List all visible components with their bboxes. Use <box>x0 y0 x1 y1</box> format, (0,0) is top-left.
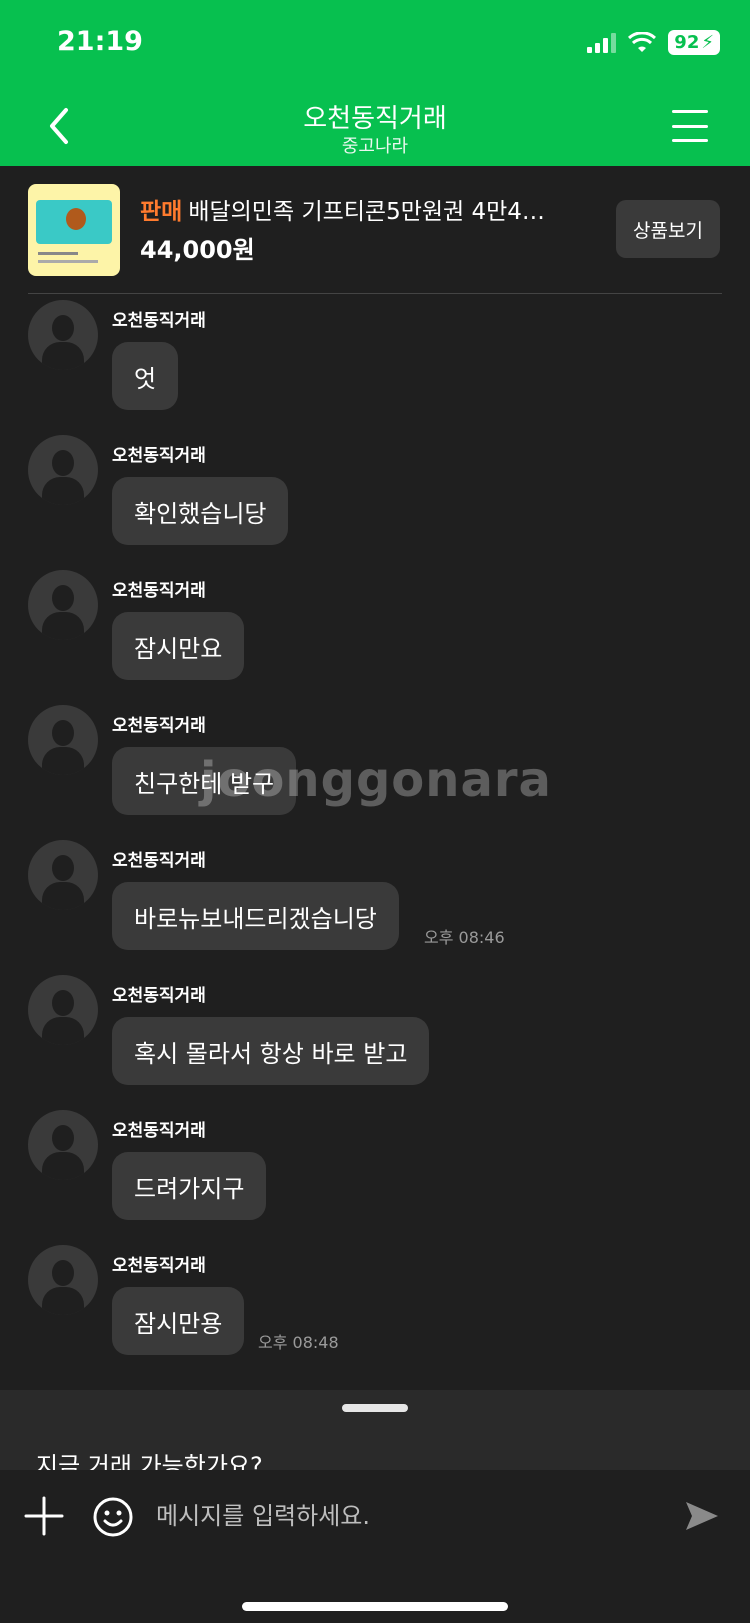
view-product-button[interactable]: 상품보기 <box>616 200 720 258</box>
product-title: 판매 배달의민족 기프티콘5만원권 4만4… <box>140 192 545 226</box>
avatar[interactable] <box>28 570 98 640</box>
chat-messages[interactable]: 오천동직거래 엇 오천동직거래 확인했습니당 오천동직거래 잠시만요 오천동직거… <box>0 300 750 1390</box>
message-bubble[interactable]: 드려가지구 <box>112 1152 267 1220</box>
status-indicators: 92 ⚡ <box>587 30 720 55</box>
menu-icon[interactable] <box>672 110 708 142</box>
message-input[interactable] <box>156 1488 656 1544</box>
sender-name: 오천동직거래 <box>112 1256 206 1276</box>
message-bubble[interactable]: 혹시 몰라서 항상 바로 받고 <box>112 1017 430 1085</box>
message-timestamp: 오후 08:46 <box>424 928 505 947</box>
status-bar: 21:19 92 ⚡ <box>0 0 750 88</box>
message-input-bar <box>0 1470 750 1623</box>
battery-icon: 92 ⚡ <box>668 30 720 55</box>
message-bubble[interactable]: 잠시만요 <box>112 612 245 680</box>
message-bubble[interactable]: 잠시만용 <box>112 1287 245 1355</box>
avatar[interactable] <box>28 1245 98 1315</box>
sender-name: 오천동직거래 <box>112 311 206 331</box>
avatar[interactable] <box>28 435 98 505</box>
battery-level: 92 <box>674 32 700 53</box>
quick-reply-panel: 지금 거래 가능한가요? <box>0 1390 750 1470</box>
avatar[interactable] <box>28 840 98 910</box>
message-bubble[interactable]: 엇 <box>112 342 179 410</box>
home-indicator <box>242 1602 508 1611</box>
sale-tag: 판매 <box>140 199 183 225</box>
message-bubble[interactable]: 친구한테 받구 <box>112 747 297 815</box>
product-thumbnail <box>28 184 120 276</box>
sender-name: 오천동직거래 <box>112 1121 206 1141</box>
chat-title: 오천동직거래 <box>303 104 447 134</box>
chat-subtitle: 중고나라 <box>341 136 409 157</box>
message-bubble[interactable]: 확인했습니당 <box>112 477 289 545</box>
drag-handle[interactable] <box>342 1404 408 1412</box>
cellular-signal-icon <box>587 32 617 53</box>
send-icon[interactable] <box>682 1496 722 1536</box>
product-price: 44,000원 <box>140 236 255 264</box>
sender-name: 오천동직거래 <box>112 446 206 466</box>
divider <box>28 293 722 294</box>
sender-name: 오천동직거래 <box>112 716 206 736</box>
quick-reply-item[interactable]: 지금 거래 가능한가요? <box>36 1446 263 1470</box>
message-timestamp: 오후 08:48 <box>258 1333 339 1352</box>
plus-icon[interactable] <box>24 1496 64 1536</box>
avatar[interactable] <box>28 975 98 1045</box>
sender-name: 오천동직거래 <box>112 581 206 601</box>
charging-bolt-icon: ⚡ <box>701 32 714 53</box>
product-card[interactable]: 판매 배달의민족 기프티콘5만원권 4만4… 44,000원 상품보기 <box>0 166 750 294</box>
avatar[interactable] <box>28 705 98 775</box>
product-title-text: 배달의민족 기프티콘5만원권 4만4… <box>188 199 545 225</box>
wifi-icon <box>628 31 657 52</box>
status-time: 21:19 <box>57 26 143 57</box>
emoji-icon[interactable] <box>92 1496 134 1538</box>
sender-name: 오천동직거래 <box>112 986 206 1006</box>
sender-name: 오천동직거래 <box>112 851 206 871</box>
chat-header: 오천동직거래 중고나라 <box>0 88 750 166</box>
avatar[interactable] <box>28 300 98 370</box>
message-bubble[interactable]: 바로뉴보내드리겠습니당 <box>112 882 399 950</box>
avatar[interactable] <box>28 1110 98 1180</box>
